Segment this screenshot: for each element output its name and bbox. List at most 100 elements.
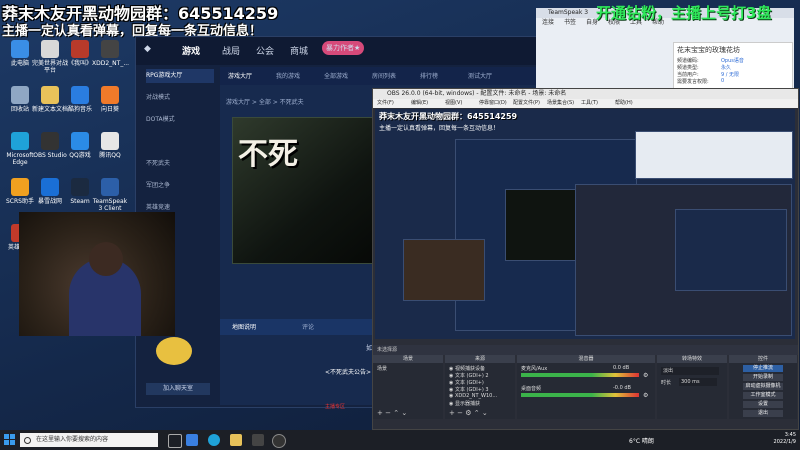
mixer-desktop-settings-icon[interactable]: ⚙	[643, 392, 648, 399]
nav-game[interactable]: 游戏	[182, 44, 200, 57]
weather-widget[interactable]: 6°C 晴朗	[629, 436, 654, 445]
desktop-app-icon	[71, 40, 89, 58]
file-explorer-icon[interactable]	[230, 434, 242, 446]
desktop-app-icon	[101, 132, 119, 150]
add-scene-icon[interactable]: +	[377, 409, 383, 417]
obs-menubar: 文件(F) 编辑(E) 视图(V) 停靠窗口(D) 配置文件(P) 场景集合(S) 工具(T…	[373, 99, 798, 108]
obs-menu-item[interactable]: 场景集合(S)	[547, 99, 574, 108]
mixer-desktop-meter[interactable]	[521, 393, 639, 397]
obs-menu-item[interactable]: 配置文件(P)	[513, 99, 540, 108]
desktop-app-icon	[11, 178, 29, 196]
desktop-icon-label: 回收站	[10, 106, 29, 113]
sidebar-item[interactable]	[146, 135, 214, 149]
desktop-icon[interactable]: 向日葵	[92, 86, 128, 113]
desktop-icon[interactable]: TeamSpeak 3 Client	[92, 178, 128, 212]
move-up-icon[interactable]: ⌃	[393, 409, 399, 417]
teamspeak-channel-panel: 花末宝宝的玫瑰花坊 频道编码: Opus语音 频道类型: 永久 当前用户: 9 / 无限需…	[673, 42, 793, 90]
desktop-app-icon	[11, 86, 29, 104]
desktop-app-icon	[11, 40, 29, 58]
game-subtab[interactable]: 排行榜	[420, 71, 438, 80]
game-subtab[interactable]: 游戏大厅	[228, 71, 252, 80]
obs-control-button[interactable]: 开始录制	[743, 374, 783, 381]
desktop-app-icon	[41, 40, 59, 58]
duration-input[interactable]: 300 ms	[679, 378, 717, 386]
teamspeak-menu-item[interactable]: 连接	[542, 18, 554, 28]
obs-menu-item[interactable]: 帮助(H)	[615, 99, 633, 108]
desktop-icon-label: 此电脑	[10, 60, 29, 67]
desktop-icon[interactable]: XDD2_NT_...	[92, 40, 129, 67]
join-chatroom-button[interactable]: 加入聊天室	[146, 383, 210, 395]
remove-source-icon[interactable]: −	[457, 409, 463, 417]
sidebar-item[interactable]: DOTA模式	[146, 113, 214, 127]
scenes-dock: 场景 + − ⌃ ⌄	[373, 363, 443, 419]
clock-time: 3:45	[784, 432, 796, 438]
game-detail-tab[interactable]: 评论	[302, 322, 314, 331]
obs-preview-canvas[interactable]: 莽末木友开黑动物园群：645514259 主播一定认真看弹幕，回复每一条互动信息…	[375, 109, 795, 339]
obs-control-button[interactable]: 退出	[743, 410, 783, 417]
windows-start-icon[interactable]	[4, 434, 16, 446]
obs-titlebar[interactable]: OBS 26.0.0 (64-bit, windows) - 配置文件: 未命名…	[373, 89, 798, 99]
preview-nested-obs-2	[675, 209, 787, 291]
source-item[interactable]: ◉ 视频捕获设备	[449, 365, 485, 372]
add-source-icon[interactable]: +	[449, 409, 455, 417]
source-item[interactable]: ◉ 文本 (GDI+) 2	[449, 372, 489, 379]
source-settings-icon[interactable]: ⚙	[465, 409, 471, 417]
mixer-mic-meter[interactable]	[521, 373, 639, 377]
obs-control-button[interactable]: 启动虚拟摄像机	[743, 383, 783, 390]
obs-taskbar-icon[interactable]	[272, 434, 286, 448]
source-item[interactable]: ◉ XDD2_NT_W10...	[449, 393, 497, 399]
obs-menu-item[interactable]: 视图(V)	[445, 99, 462, 108]
game-detail-tab[interactable]: 地图说明	[232, 322, 256, 331]
source-down-icon[interactable]: ⌄	[482, 409, 488, 417]
dock-header-sources: 来源	[445, 355, 515, 363]
edge-icon[interactable]	[208, 434, 220, 446]
desktop-icon-label: Microsoft Edge	[6, 152, 34, 166]
obs-control-button[interactable]: 设置	[743, 401, 783, 408]
sidebar-item[interactable]: 对战模式	[146, 91, 214, 105]
nav-shop[interactable]: 商城	[290, 44, 308, 57]
taskbar-app-icon-1[interactable]	[186, 434, 198, 446]
move-down-icon[interactable]: ⌄	[401, 409, 407, 417]
obs-menu-item[interactable]: 编辑(E)	[411, 99, 428, 108]
dock-header-controls: 控件	[729, 355, 797, 363]
sidebar-item[interactable]: 军团之争	[146, 179, 214, 193]
game-subtab[interactable]: 房间列表	[372, 71, 396, 80]
remove-scene-icon[interactable]: −	[385, 409, 391, 417]
duration-label: 时长	[661, 380, 672, 386]
source-item[interactable]: ◉ 显示器捕获	[449, 400, 480, 407]
obs-menu-item[interactable]: 停靠窗口(D)	[479, 99, 507, 108]
desktop-icon[interactable]: 腾讯QQ	[92, 132, 128, 159]
transition-select[interactable]: 淡出	[661, 367, 719, 375]
game-subtab[interactable]: 全部游戏	[324, 71, 348, 80]
taskbar-search-input[interactable]: 在这里输入你要搜索的内容	[20, 433, 158, 447]
desktop-app-icon	[71, 86, 89, 104]
creator-badge[interactable]: 暴力作者★	[322, 41, 365, 55]
game-subtab[interactable]: 测试大厅	[468, 71, 492, 80]
obs-menu-item[interactable]: 工具(T)	[581, 99, 598, 108]
nav-battle[interactable]: 战局	[222, 44, 240, 57]
obs-menu-item[interactable]: 文件(F)	[377, 99, 394, 108]
obs-control-button[interactable]: 停止推流	[743, 365, 783, 372]
task-view-icon[interactable]	[168, 434, 182, 448]
game-subtab[interactable]: 我的游戏	[276, 71, 300, 80]
scene-item[interactable]: 场景	[377, 365, 387, 372]
taskbar-app-icon-2[interactable]	[252, 434, 264, 446]
sidebar-item[interactable]: RPG游戏大厅	[146, 69, 214, 83]
dock-header-mixer: 混音器	[517, 355, 655, 363]
system-clock[interactable]: 3:45 2022/1/9	[774, 432, 796, 446]
source-item[interactable]: ◉ 文本 (GDI+) 3	[449, 386, 489, 393]
nav-guild[interactable]: 公会	[256, 44, 274, 57]
teamspeak-menu-item[interactable]: 书签	[564, 18, 576, 28]
source-up-icon[interactable]: ⌃	[474, 409, 480, 417]
announcement-toggle[interactable]: <不死武夫公告>	[325, 367, 371, 376]
mixer-mic-settings-icon[interactable]: ⚙	[643, 372, 648, 379]
desktop-icon-label: 酷狗音乐	[67, 106, 92, 113]
sidebar-item[interactable]: 不死武夫	[146, 157, 214, 171]
channel-info-value: 9 / 无限	[721, 72, 740, 78]
game-top-nav: ◆ 游戏 战局 公会 商城 暴力作者★	[136, 37, 542, 65]
obs-control-button[interactable]: 工作室模式	[743, 392, 783, 399]
desktop-icon-label: TeamSpeak 3 Client	[92, 198, 128, 212]
source-item[interactable]: ◉ 文本 (GDI+)	[449, 379, 484, 386]
desktop: 此电脑 完美世界对战平台 《我叫》 XDD2_NT_... 回收站 新建文本文档 酷狗音乐向…	[0, 0, 800, 430]
channel-info-row: 频道类型: 永久	[677, 64, 731, 71]
